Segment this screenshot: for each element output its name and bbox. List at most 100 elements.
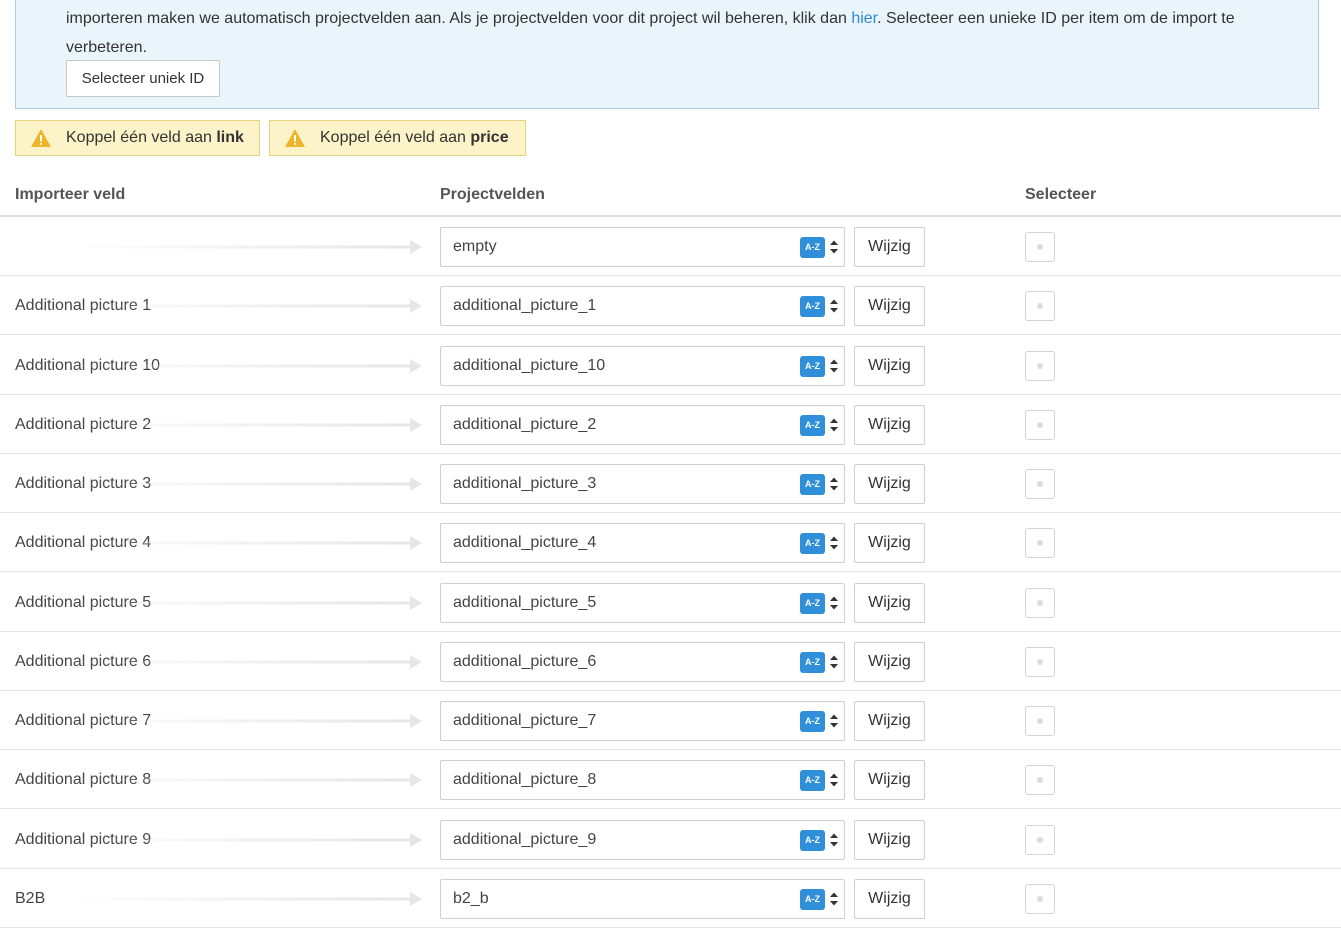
az-sort-icon[interactable]: A-Z xyxy=(800,592,825,614)
arrow-right-icon xyxy=(60,891,422,906)
change-button[interactable]: Wijzig xyxy=(854,227,925,267)
select-unique-radio[interactable] xyxy=(1025,291,1055,322)
select-unique-radio[interactable] xyxy=(1025,706,1055,736)
chevron-updown-icon[interactable] xyxy=(829,298,839,314)
az-sort-icon[interactable]: A-Z xyxy=(800,651,825,673)
select-unique-radio[interactable] xyxy=(1025,350,1055,381)
project-field-value: additional_picture_9 xyxy=(453,830,597,848)
table-row: Additional picture 3 additional_picture_… xyxy=(0,454,1341,513)
column-header-select: Selecteer xyxy=(1025,186,1097,203)
select-unique-radio[interactable] xyxy=(1025,824,1055,855)
warning-field: price xyxy=(470,129,509,146)
select-unique-radio[interactable] xyxy=(1025,587,1055,618)
arrow-right-icon xyxy=(60,358,422,373)
select-unique-radio[interactable] xyxy=(1025,765,1055,796)
select-unique-id-button[interactable]: Selecteer uniek ID xyxy=(66,60,220,97)
change-button[interactable]: Wijzig xyxy=(854,760,925,801)
project-field-select[interactable]: additional_picture_1 A-Z xyxy=(440,286,845,327)
chevron-updown-icon[interactable] xyxy=(829,417,839,433)
import-mapping-page: importeren maken we automatisch projectv… xyxy=(0,0,1341,940)
project-field-select[interactable]: additional_picture_7 A-Z xyxy=(440,701,845,741)
change-button[interactable]: Wijzig xyxy=(854,404,925,445)
chevron-updown-icon[interactable] xyxy=(829,772,839,788)
project-field-value: additional_picture_5 xyxy=(453,593,597,611)
project-field-select[interactable]: empty A-Z xyxy=(440,227,845,267)
table-row: Additional picture 5 additional_picture_… xyxy=(0,573,1341,632)
warning-prefix: Koppel één veld aan xyxy=(320,129,471,146)
chevron-updown-icon[interactable] xyxy=(829,713,839,729)
info-text-part: importeren maken we automatisch projectv… xyxy=(66,10,852,27)
table-row: Additional picture 9 additional_picture_… xyxy=(0,810,1341,869)
project-field-select[interactable]: additional_picture_2 A-Z xyxy=(440,404,845,445)
chevron-updown-icon[interactable] xyxy=(829,476,839,492)
select-unique-radio[interactable] xyxy=(1025,232,1055,262)
project-field-value: b2_b xyxy=(453,889,489,907)
az-sort-icon[interactable]: A-Z xyxy=(800,888,825,910)
chevron-updown-icon[interactable] xyxy=(829,595,839,611)
arrow-right-icon xyxy=(60,714,422,728)
az-sort-icon[interactable]: A-Z xyxy=(800,237,825,258)
select-unique-radio[interactable] xyxy=(1025,469,1055,499)
select-unique-radio[interactable] xyxy=(1025,883,1055,914)
arrow-right-icon xyxy=(60,417,422,432)
chevron-updown-icon[interactable] xyxy=(829,358,839,374)
change-button[interactable]: Wijzig xyxy=(854,523,925,564)
project-field-select[interactable]: additional_picture_10 A-Z xyxy=(440,345,845,386)
chevron-updown-icon[interactable] xyxy=(829,891,839,907)
az-sort-icon[interactable]: A-Z xyxy=(800,533,825,555)
project-field-value: additional_picture_7 xyxy=(453,712,597,729)
az-sort-icon[interactable]: A-Z xyxy=(800,829,825,851)
project-field-value: additional_picture_4 xyxy=(453,534,597,552)
project-field-select[interactable]: additional_picture_4 A-Z xyxy=(440,523,845,564)
az-sort-icon[interactable]: A-Z xyxy=(800,414,825,436)
table-row: empty A-Z Wijzig xyxy=(0,217,1341,276)
project-field-value: additional_picture_8 xyxy=(453,771,597,789)
project-field-value: empty xyxy=(453,238,497,255)
column-header-project-fields: Projectvelden xyxy=(440,186,545,203)
project-field-value: additional_picture_6 xyxy=(453,652,597,670)
warning-field: link xyxy=(216,129,244,146)
select-unique-radio[interactable] xyxy=(1025,409,1055,440)
project-field-select[interactable]: additional_picture_6 A-Z xyxy=(440,641,845,682)
table-row: Additional picture 1 additional_picture_… xyxy=(0,276,1341,336)
chevron-updown-icon[interactable] xyxy=(829,832,839,848)
az-sort-icon[interactable]: A-Z xyxy=(800,355,825,377)
info-box: importeren maken we automatisch projectv… xyxy=(15,0,1319,109)
change-button[interactable]: Wijzig xyxy=(854,878,925,919)
az-sort-icon[interactable]: A-Z xyxy=(800,296,825,318)
warning-icon xyxy=(31,129,51,147)
change-button[interactable]: Wijzig xyxy=(854,286,925,327)
project-field-select[interactable]: additional_picture_5 A-Z xyxy=(440,582,845,623)
change-button[interactable]: Wijzig xyxy=(854,345,925,386)
project-field-select[interactable]: additional_picture_8 A-Z xyxy=(440,760,845,801)
arrow-right-icon xyxy=(60,773,422,788)
change-button[interactable]: Wijzig xyxy=(854,464,925,504)
arrow-right-icon xyxy=(60,832,422,847)
change-button[interactable]: Wijzig xyxy=(854,641,925,682)
warning-icon xyxy=(285,129,305,147)
chevron-updown-icon[interactable] xyxy=(829,654,839,670)
project-field-select[interactable]: additional_picture_3 A-Z xyxy=(440,464,845,504)
manage-fields-link[interactable]: hier xyxy=(851,10,877,27)
change-button[interactable]: Wijzig xyxy=(854,819,925,860)
select-unique-radio[interactable] xyxy=(1025,646,1055,677)
change-button[interactable]: Wijzig xyxy=(854,701,925,741)
info-text: importeren maken we automatisch projectv… xyxy=(66,4,1306,62)
arrow-right-icon xyxy=(60,240,422,254)
arrow-right-icon xyxy=(60,477,422,491)
az-sort-icon[interactable]: A-Z xyxy=(800,711,825,732)
table-row: Additional picture 7 additional_picture_… xyxy=(0,691,1341,750)
chevron-updown-icon[interactable] xyxy=(829,535,839,551)
project-field-value: additional_picture_10 xyxy=(453,356,606,374)
az-sort-icon[interactable]: A-Z xyxy=(800,474,825,495)
change-button[interactable]: Wijzig xyxy=(854,582,925,623)
az-sort-icon[interactable]: A-Z xyxy=(800,770,825,792)
select-unique-radio[interactable] xyxy=(1025,528,1055,559)
column-header-import-field: Importeer veld xyxy=(15,186,126,203)
project-field-select[interactable]: additional_picture_9 A-Z xyxy=(440,819,845,860)
chevron-updown-icon[interactable] xyxy=(829,239,839,255)
project-field-select[interactable]: b2_b A-Z xyxy=(440,878,845,919)
project-field-value: additional_picture_2 xyxy=(453,415,597,433)
table-row: Additional picture 6 additional_picture_… xyxy=(0,632,1341,691)
arrow-right-icon xyxy=(60,654,422,669)
